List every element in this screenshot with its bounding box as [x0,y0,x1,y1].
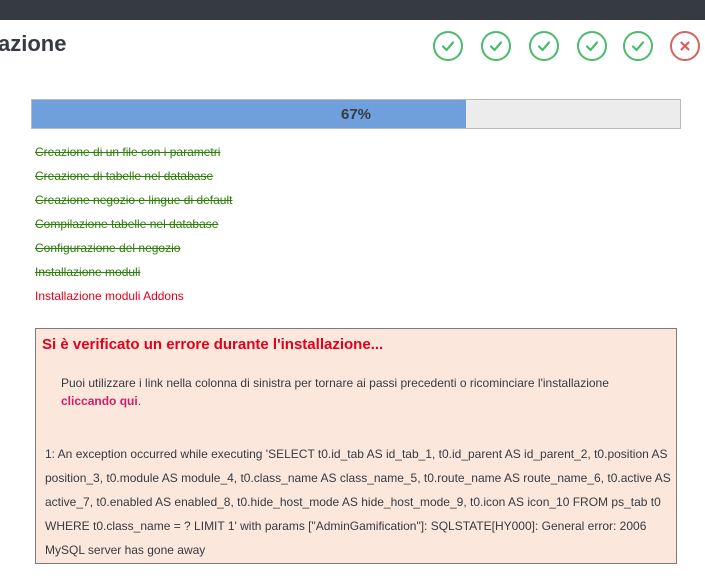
install-steps [433,31,705,65]
top-bar [0,0,705,20]
step-5-done-indicator [623,31,653,61]
task-item: Installazione moduli [35,265,141,279]
check-icon [585,41,599,52]
error-panel: Si è verificato un errore durante l'inst… [35,328,677,564]
close-icon [680,41,690,51]
page-title: azione [0,31,67,56]
check-icon [631,41,645,52]
step-2-done-indicator [481,31,511,61]
progress-percent: 67% [340,105,372,123]
step-3-done-indicator [529,31,559,61]
task-item: Configurazione del negozio [35,241,181,255]
error-help-message: Puoi utilizzare i link nella colonna di … [61,376,609,390]
step-1-done-indicator [433,31,463,61]
check-icon [489,41,503,52]
task-item: Creazione di tabelle nel database [35,169,214,183]
task-item: Creazione negozio e lingue di default [35,193,233,207]
error-help-text: Puoi utilizzare i link nella colonna di … [61,374,661,410]
error-help-end: . [137,394,142,408]
task-item: Creazione di un file con i parametri [35,145,221,159]
task-item-failed: Installazione moduli Addons [35,289,184,303]
check-icon [441,41,455,52]
restart-install-link[interactable]: cliccando qui [61,394,138,408]
task-item: Compilazione tabelle nel database [35,217,219,231]
error-title: Si è verificato un errore durante l'inst… [42,336,384,353]
check-icon [537,41,551,52]
step-6-error-indicator [670,31,700,61]
task-list: Creazione di un file con i parametri Cre… [35,145,232,313]
error-detail-message: 1: An exception occurred while executing… [45,447,671,557]
step-4-done-indicator [577,31,607,61]
install-progress-bar: 67% [31,99,681,129]
